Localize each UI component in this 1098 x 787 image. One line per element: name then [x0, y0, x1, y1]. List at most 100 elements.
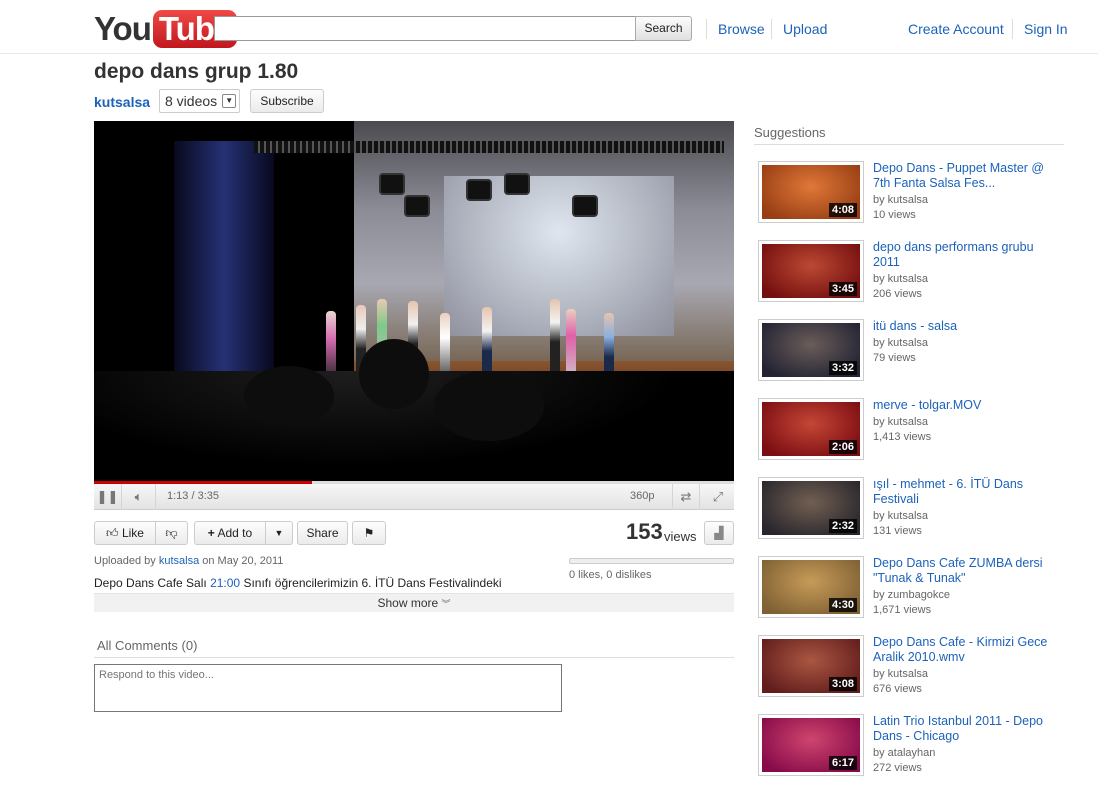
quality-selector[interactable]: 360p — [630, 490, 654, 502]
channel-link[interactable]: kutsalsa — [94, 94, 150, 110]
thumbnail-image: 3:32 — [762, 323, 860, 377]
description-time-link[interactable]: 21:00 — [210, 576, 240, 590]
pause-icon[interactable]: ❚❚ — [94, 484, 122, 510]
lighting-truss — [254, 141, 724, 153]
videos-count-dropdown[interactable]: 8 videos ▼ — [159, 89, 241, 113]
divider — [754, 144, 1064, 145]
suggestion-thumbnail[interactable]: 6:17 — [758, 714, 864, 776]
create-account-link[interactable]: Create Account — [908, 21, 1004, 37]
suggestion-title[interactable]: Depo Dans Cafe - Kirmizi Gece Aralik 201… — [873, 635, 1063, 665]
plus-icon: + — [207, 526, 215, 540]
duration-badge: 3:32 — [828, 361, 857, 375]
suggestions-header: Suggestions — [754, 125, 826, 140]
suggestion-thumbnail[interactable]: 4:08 — [758, 161, 864, 223]
divider — [771, 19, 772, 39]
add-to-dropdown-button[interactable]: ▼ — [265, 521, 293, 545]
divider — [94, 657, 734, 658]
divider — [706, 19, 707, 39]
view-count-number: 153 — [626, 519, 663, 544]
suggestion-item[interactable]: 4:08 Depo Dans - Puppet Master @ 7th Fant… — [758, 161, 1064, 227]
dancer — [550, 299, 560, 377]
suggestion-author: by kutsalsa — [873, 194, 929, 206]
video-description: Depo Dans Cafe Salı 21:00 Sınıfı öğrenci… — [94, 576, 502, 590]
comments-header: All Comments (0) — [97, 638, 198, 653]
suggestion-item[interactable]: 3:32 itü dans - salsa by kutsalsa 79 views — [758, 319, 1064, 385]
suggestion-title[interactable]: merve - tolgar.MOV — [873, 398, 1063, 413]
chevron-double-down-icon: ︾ — [441, 599, 451, 609]
likes-dislikes-text: 0 likes, 0 dislikes — [569, 569, 652, 581]
popout-icon[interactable]: ⇄ — [672, 484, 700, 510]
suggestion-views: 1,671 views — [873, 604, 932, 616]
duration-badge: 3:45 — [828, 282, 857, 296]
suggestion-thumbnail[interactable]: 3:45 — [758, 240, 864, 302]
thumbnail-image: 6:17 — [762, 718, 860, 772]
suggestion-views: 131 views — [873, 525, 922, 537]
suggestion-author: by kutsalsa — [873, 273, 929, 285]
suggestion-thumbnail[interactable]: 4:30 — [758, 556, 864, 618]
suggestion-thumbnail[interactable]: 2:32 — [758, 477, 864, 539]
flag-button[interactable]: ⚑ — [352, 521, 386, 545]
suggestion-title[interactable]: Depo Dans - Puppet Master @ 7th Fanta Sa… — [873, 161, 1063, 191]
stage-blue-light — [174, 141, 274, 391]
description-text: Sınıfı öğrencilerimizin 6. İTÜ Dans Fest… — [243, 576, 502, 590]
suggestion-views: 206 views — [873, 288, 922, 300]
suggestion-views: 10 views — [873, 209, 916, 221]
stage-light — [379, 173, 405, 195]
upload-link[interactable]: Upload — [783, 21, 827, 37]
search-input[interactable] — [214, 16, 636, 41]
duration-badge: 4:30 — [828, 598, 857, 612]
suggestion-item[interactable]: 4:30 Depo Dans Cafe ZUMBA dersi "Tunak & … — [758, 556, 1064, 622]
like-button[interactable]: 👍︎ Like — [94, 521, 156, 545]
player-controls: ❚❚ 🔈︎ 1:13 / 3:35 360p ⇄ ⤢ — [94, 484, 734, 510]
comment-input[interactable] — [94, 664, 562, 712]
stage-light — [466, 179, 492, 201]
suggestion-title[interactable]: depo dans performans grubu 2011 — [873, 240, 1063, 270]
share-button[interactable]: Share — [297, 521, 348, 545]
thumbnail-image: 2:06 — [762, 402, 860, 456]
suggestion-item[interactable]: 3:08 Depo Dans Cafe - Kirmizi Gece Aralik… — [758, 635, 1064, 701]
suggestion-author: by kutsalsa — [873, 337, 929, 349]
likes-ratio-bar — [569, 558, 734, 564]
duration-badge: 2:32 — [828, 519, 857, 533]
upload-date: on May 20, 2011 — [202, 555, 284, 567]
browse-link[interactable]: Browse — [718, 21, 765, 37]
thumbnail-image: 3:45 — [762, 244, 860, 298]
video-player[interactable] — [94, 121, 734, 483]
video-title: depo dans grup 1.80 — [94, 60, 299, 83]
add-to-button[interactable]: + Add to — [194, 521, 266, 545]
sign-in-link[interactable]: Sign In — [1024, 21, 1068, 37]
fullscreen-icon[interactable]: ⤢ — [704, 484, 732, 510]
suggestion-item[interactable]: 2:06 merve - tolgar.MOV by kutsalsa 1,413 v… — [758, 398, 1064, 464]
suggestion-item[interactable]: 2:32 ışıl - mehmet - 6. İTÜ Dans Festival… — [758, 477, 1064, 543]
description-text: Depo Dans Cafe Salı — [94, 576, 207, 590]
suggestion-thumbnail[interactable]: 3:32 — [758, 319, 864, 381]
stage-light — [404, 195, 430, 217]
search-button[interactable]: Search — [635, 16, 692, 41]
suggestion-item[interactable]: 3:45 depo dans performans grubu 2011 by ku… — [758, 240, 1064, 306]
thumbs-up-icon: 👍︎ — [106, 526, 119, 540]
suggestion-thumbnail[interactable]: 2:06 — [758, 398, 864, 460]
suggestion-title[interactable]: ışıl - mehmet - 6. İTÜ Dans Festivali — [873, 477, 1063, 507]
thumbnail-image: 4:08 — [762, 165, 860, 219]
show-more-button[interactable]: Show more ︾ — [94, 593, 734, 612]
duration-badge: 4:08 — [828, 203, 857, 217]
suggestion-item[interactable]: 6:17 Latin Trio Istanbul 2011 - Depo Dans… — [758, 714, 1064, 780]
uploaded-info: Uploaded by kutsalsa on May 20, 2011 — [94, 555, 283, 567]
dislike-button[interactable]: 👎︎ — [155, 521, 188, 545]
stage-light — [504, 173, 530, 195]
thumbnail-image: 4:30 — [762, 560, 860, 614]
volume-icon[interactable]: 🔈︎ — [122, 484, 156, 510]
logo-you-text: You — [94, 10, 152, 47]
chevron-down-icon: ▼ — [274, 528, 284, 538]
suggestion-title[interactable]: Latin Trio Istanbul 2011 - Depo Dans - C… — [873, 714, 1063, 744]
suggestion-title[interactable]: Depo Dans Cafe ZUMBA dersi "Tunak & Tuna… — [873, 556, 1063, 586]
suggestion-title[interactable]: itü dans - salsa — [873, 319, 1063, 334]
flag-icon: ⚑ — [363, 526, 375, 540]
suggestion-views: 79 views — [873, 352, 916, 364]
suggestion-thumbnail[interactable]: 3:08 — [758, 635, 864, 697]
subscribe-button[interactable]: Subscribe — [250, 89, 324, 113]
stats-button[interactable]: ▟ — [704, 521, 734, 545]
uploader-link[interactable]: kutsalsa — [159, 555, 199, 567]
duration-badge: 3:08 — [828, 677, 857, 691]
suggestion-views: 272 views — [873, 762, 922, 774]
